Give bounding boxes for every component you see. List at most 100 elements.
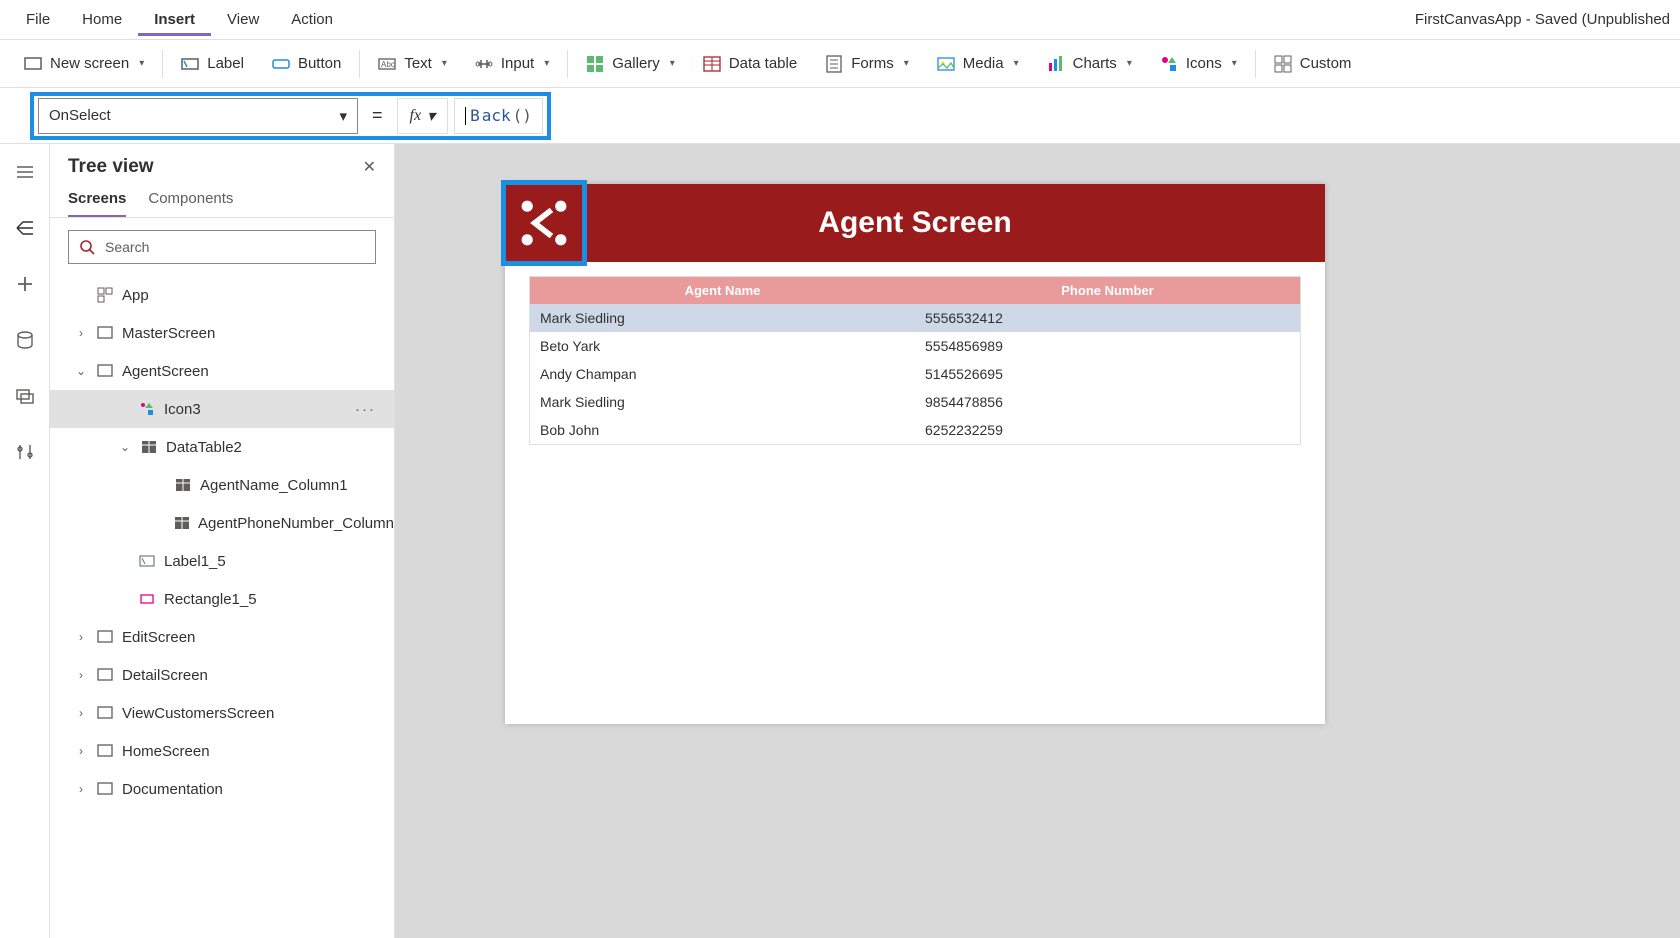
chevron-down-icon: ▾ <box>1127 58 1132 69</box>
screen-icon <box>24 55 42 73</box>
icons-button[interactable]: Icons ▾ <box>1146 49 1251 79</box>
tree-view-title: Tree view <box>68 156 154 178</box>
data-table-button[interactable]: Data table <box>689 49 811 79</box>
hamburger-icon[interactable] <box>11 158 39 186</box>
search-input[interactable]: Search <box>68 230 376 264</box>
table-row[interactable]: Andy Champan 5145526695 <box>530 360 1300 388</box>
formula-highlight: OnSelect ▾ = fx ▾ Back() <box>30 92 551 140</box>
cell-agentname: Andy Champan <box>530 360 915 388</box>
chevron-down-icon: ▾ <box>670 58 675 69</box>
custom-button[interactable]: Custom <box>1260 49 1366 79</box>
insert-icon[interactable] <box>11 270 39 298</box>
tree-item-app[interactable]: App <box>50 276 394 314</box>
tree-item-viewcustomers[interactable]: › ViewCustomersScreen <box>50 694 394 732</box>
cell-phone: 9854478856 <box>915 388 1300 416</box>
column-icon <box>174 476 192 494</box>
chevron-down-icon: ⌄ <box>118 440 132 454</box>
screen-title-label[interactable]: Agent Screen <box>818 206 1011 240</box>
tree-item-label1-5[interactable]: Label1_5 <box>50 542 394 580</box>
datatable-icon <box>140 438 158 456</box>
tree-item-agentphone-column[interactable]: AgentPhoneNumber_Column1 <box>50 504 394 542</box>
media-rail-icon[interactable] <box>11 382 39 410</box>
tree-item-homescreen[interactable]: › HomeScreen <box>50 732 394 770</box>
forms-icon <box>825 55 843 73</box>
input-button[interactable]: Input ▾ <box>461 49 563 79</box>
more-options-icon[interactable]: ··· <box>355 401 382 418</box>
table-row[interactable]: Beto Yark 5554856989 <box>530 332 1300 360</box>
tree-item-agentscreen[interactable]: ⌄ AgentScreen <box>50 352 394 390</box>
gallery-button[interactable]: Gallery ▾ <box>572 49 689 79</box>
chevron-down-icon: ▾ <box>427 106 435 126</box>
label-button[interactable]: Label <box>167 49 258 79</box>
data-icon[interactable] <box>11 326 39 354</box>
media-button[interactable]: Media ▾ <box>923 49 1033 79</box>
cell-phone: 5554856989 <box>915 332 1300 360</box>
fx-button[interactable]: fx ▾ <box>397 98 449 134</box>
cell-phone: 5145526695 <box>915 360 1300 388</box>
tree-item-masterscreen[interactable]: › MasterScreen <box>50 314 394 352</box>
back-arrow-icon <box>516 195 572 251</box>
formula-bar: OnSelect ▾ = fx ▾ Back() <box>0 88 1680 144</box>
tree-item-editscreen[interactable]: › EditScreen <box>50 618 394 656</box>
advanced-tools-icon[interactable] <box>11 438 39 466</box>
chevron-down-icon: ⌄ <box>74 364 88 378</box>
tree-item-icon3[interactable]: Icon3 ··· <box>50 390 394 428</box>
charts-button[interactable]: Charts ▾ <box>1033 49 1146 79</box>
menu-home[interactable]: Home <box>66 3 138 36</box>
screen-small-icon <box>96 704 114 722</box>
formula-input[interactable]: Back() <box>454 98 543 134</box>
screen-small-icon <box>96 362 114 380</box>
tree-item-agentname-column[interactable]: AgentName_Column1 <box>50 466 394 504</box>
menu-file[interactable]: File <box>10 3 66 36</box>
menu-insert[interactable]: Insert <box>138 3 211 36</box>
cell-agentname: Bob John <box>530 416 915 444</box>
button-icon <box>272 55 290 73</box>
ribbon-divider <box>567 50 568 78</box>
left-rail <box>0 144 50 938</box>
text-button[interactable]: Abc Text ▾ <box>364 49 461 79</box>
label-icon <box>181 55 199 73</box>
table-row[interactable]: Bob John 6252232259 <box>530 416 1300 444</box>
tree-list: App › MasterScreen ⌄ AgentScreen Icon3 ·… <box>50 276 394 938</box>
chevron-down-icon: ▾ <box>339 107 347 125</box>
chevron-right-icon: › <box>74 706 88 720</box>
canvas-header-rectangle[interactable]: Agent Screen <box>505 184 1325 262</box>
charts-icon <box>1047 55 1065 73</box>
app-icon <box>96 286 114 304</box>
screen-small-icon <box>96 780 114 798</box>
close-icon[interactable]: ✕ <box>363 157 376 177</box>
chevron-right-icon: › <box>74 630 88 644</box>
icon-control-icon <box>138 400 156 418</box>
chevron-down-icon: ▾ <box>139 58 144 69</box>
tab-components[interactable]: Components <box>148 190 233 217</box>
tree-item-datatable2[interactable]: ⌄ DataTable2 <box>50 428 394 466</box>
column-header-agentname[interactable]: Agent Name <box>530 277 915 304</box>
rectangle-icon <box>138 590 156 608</box>
tree-item-detailscreen[interactable]: › DetailScreen <box>50 656 394 694</box>
canvas-area[interactable]: Agent Screen Agent Name Phone Number Mar… <box>395 144 1680 938</box>
chevron-right-icon: › <box>74 744 88 758</box>
menu-bar: File Home Insert View Action FirstCanvas… <box>0 0 1680 40</box>
tree-item-documentation[interactable]: › Documentation <box>50 770 394 808</box>
cell-phone: 6252232259 <box>915 416 1300 444</box>
equals-sign: = <box>358 105 397 126</box>
tab-screens[interactable]: Screens <box>68 190 126 217</box>
tree-view-icon[interactable] <box>11 214 39 242</box>
screen-small-icon <box>96 742 114 760</box>
tree-item-rectangle1-5[interactable]: Rectangle1_5 <box>50 580 394 618</box>
app-canvas[interactable]: Agent Screen Agent Name Phone Number Mar… <box>505 184 1325 724</box>
table-row[interactable]: Mark Siedling 9854478856 <box>530 388 1300 416</box>
menu-action[interactable]: Action <box>275 3 349 36</box>
table-row[interactable]: Mark Siedling 5556532412 <box>530 304 1300 332</box>
column-header-phone[interactable]: Phone Number <box>915 277 1300 304</box>
property-selector[interactable]: OnSelect ▾ <box>38 98 358 134</box>
chevron-down-icon: ▾ <box>1014 58 1019 69</box>
menu-view[interactable]: View <box>211 3 275 36</box>
gallery-icon <box>586 55 604 73</box>
forms-button[interactable]: Forms ▾ <box>811 49 923 79</box>
back-icon-selected[interactable] <box>501 180 587 266</box>
agent-data-table[interactable]: Agent Name Phone Number Mark Siedling 55… <box>529 276 1301 445</box>
chevron-down-icon: ▾ <box>442 58 447 69</box>
button-button[interactable]: Button <box>258 49 355 79</box>
new-screen-button[interactable]: New screen ▾ <box>10 49 158 79</box>
